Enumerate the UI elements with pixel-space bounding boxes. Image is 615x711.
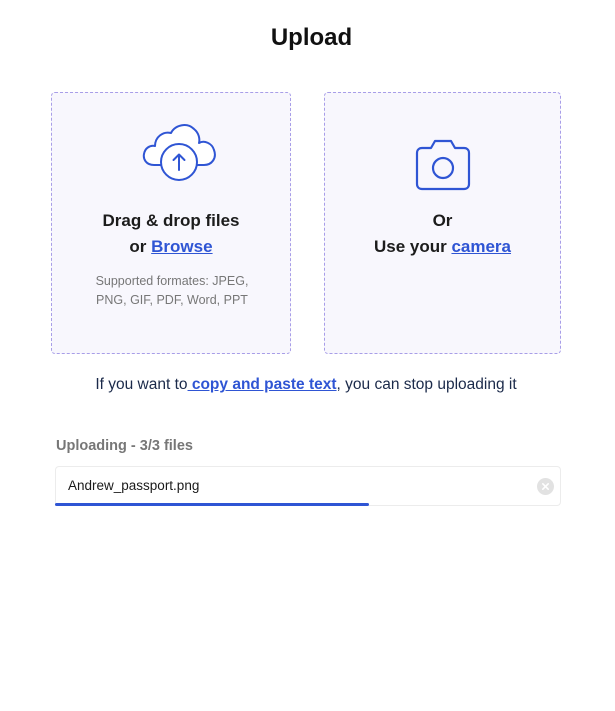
camera-icon	[413, 139, 473, 191]
uploading-status-label: Uploading - 3/3 files	[56, 438, 193, 454]
upload-progress-fill	[55, 503, 369, 506]
drag-drop-label: Drag & drop files	[102, 211, 240, 230]
camera-line: Use your camera	[325, 234, 560, 260]
browse-prefix: or	[129, 237, 152, 256]
remove-file-icon[interactable]	[537, 478, 554, 495]
camera-instructions: Or Use your camera	[325, 208, 560, 260]
camera-link[interactable]: camera	[451, 237, 511, 256]
cloud-upload-icon	[142, 121, 220, 183]
page-title: Upload	[270, 24, 353, 51]
or-label: Or	[432, 211, 453, 230]
paste-hint-prefix: If you want to	[95, 376, 188, 393]
browse-link[interactable]: Browse	[151, 237, 212, 256]
supported-formats-text: Supported formates: JPEG, PNG, GIF, PDF,…	[95, 274, 249, 307]
copy-paste-link[interactable]: copy and paste text	[188, 376, 337, 393]
file-dropzone[interactable]: Drag & drop files or Browse Supported fo…	[51, 92, 291, 354]
dropzone-instructions: Drag & drop files or Browse	[52, 208, 290, 260]
camera-prefix: Use your	[373, 237, 452, 256]
paste-hint: If you want to copy and paste text, you …	[0, 376, 612, 394]
upload-progress-bar	[55, 503, 561, 506]
upload-file-item: Andrew_passport.png	[55, 466, 561, 506]
file-name: Andrew_passport.png	[68, 478, 200, 493]
browse-line: or Browse	[52, 234, 290, 260]
camera-dropzone[interactable]: Or Use your camera	[324, 92, 561, 354]
paste-hint-suffix: , you can stop uploading it	[336, 376, 517, 393]
